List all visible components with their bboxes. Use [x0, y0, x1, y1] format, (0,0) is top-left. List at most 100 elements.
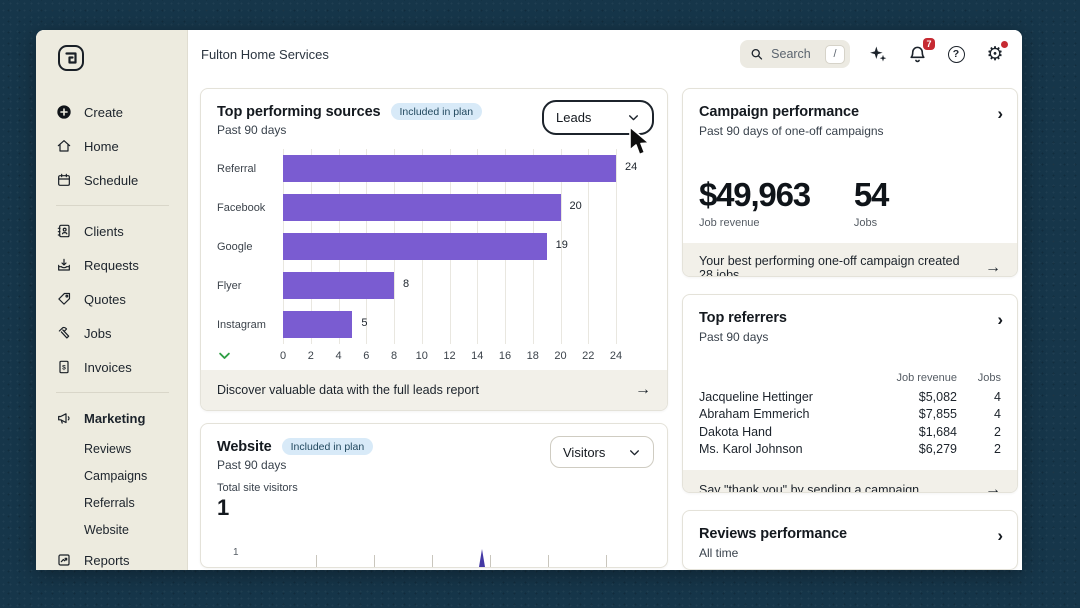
sidebar-item-label: Reports — [84, 553, 130, 568]
visitors-dropdown[interactable]: Visitors — [550, 436, 654, 468]
referrers-card-title: Top referrers — [699, 310, 787, 326]
referrer-name: Jacqueline Hettinger — [699, 390, 873, 404]
included-in-plan-badge: Included in plan — [282, 438, 374, 455]
website-visitors-chart: 1 — [217, 533, 651, 567]
referrer-jobs: 4 — [957, 390, 1001, 404]
sidebar-item-referrals[interactable]: Referrals — [56, 489, 187, 516]
reviews-card-subtitle: All time — [699, 546, 1001, 560]
jobber-logo-icon[interactable] — [56, 43, 86, 73]
col-jobs: Jobs — [957, 372, 1001, 384]
sidebar: Create Home Schedule Clients Requests Quotes J… — [36, 30, 188, 570]
x-tick-label: 2 — [308, 350, 314, 362]
mini-chart-tick — [374, 555, 375, 567]
arrow-right-icon: → — [985, 259, 1001, 277]
included-in-plan-badge: Included in plan — [391, 103, 483, 120]
chart-axis: 024681012141618202224 — [217, 344, 651, 370]
referrer-revenue: $6,279 — [873, 442, 957, 456]
referrer-jobs: 2 — [957, 425, 1001, 439]
leads-report-cta[interactable]: Discover valuable data with the full lea… — [201, 370, 667, 410]
help-icon[interactable]: ? — [945, 43, 967, 65]
website-card-title: Website — [217, 439, 272, 455]
bar-row-instagram: Instagram 5 — [217, 305, 651, 344]
sidebar-item-reviews[interactable]: Reviews — [56, 435, 187, 462]
calendar-icon — [56, 172, 72, 188]
reviews-card-title: Reviews performance — [699, 526, 847, 542]
mini-chart-tick — [432, 555, 433, 567]
chevron-right-icon[interactable]: › — [997, 311, 1003, 328]
referrer-row: Abraham Emmerich$7,8554 — [699, 405, 1001, 423]
sidebar-item-label: Quotes — [84, 292, 126, 307]
website-chart-ytick: 1 — [233, 547, 239, 558]
sidebar-item-campaigns[interactable]: Campaigns — [56, 462, 187, 489]
referrer-name: Abraham Emmerich — [699, 407, 873, 421]
top-referrers-card: Top referrers Past 90 days › Job revenue… — [682, 294, 1018, 493]
sidebar-divider — [56, 392, 169, 393]
quotes-icon — [56, 291, 72, 307]
x-tick-label: 22 — [582, 350, 594, 362]
main-area: Fulton Home Services / — [188, 30, 1022, 570]
x-tick-label: 6 — [363, 350, 369, 362]
bar-category-label: Referral — [217, 163, 283, 175]
arrow-right-icon: → — [635, 381, 651, 399]
chevron-down-icon — [628, 446, 641, 459]
sidebar-item-home[interactable]: Home — [56, 129, 187, 163]
referrer-revenue: $5,082 — [873, 390, 957, 404]
desktop-background: Create Home Schedule Clients Requests Quotes J… — [0, 0, 1080, 608]
sidebar-item-marketing[interactable]: Marketing — [56, 401, 187, 435]
x-tick-label: 0 — [280, 350, 286, 362]
expand-chart-chevron-icon[interactable] — [217, 348, 232, 368]
app-window: Create Home Schedule Clients Requests Quotes J… — [36, 30, 1022, 570]
bar-row-referral: Referral24 — [217, 149, 651, 188]
search-input[interactable]: / — [740, 40, 850, 68]
chevron-right-icon[interactable]: › — [997, 527, 1003, 544]
sidebar-item-label: Schedule — [84, 173, 138, 188]
plus-circle-icon — [56, 104, 72, 120]
job-revenue-stat: $49,963 Job revenue — [699, 176, 810, 229]
clients-icon — [56, 223, 72, 239]
sidebar-item-invoices[interactable]: $Invoices — [56, 350, 187, 384]
search-shortcut-key: / — [825, 45, 845, 64]
x-tick-label: 4 — [335, 350, 341, 362]
sources-bar-chart: Referral24Facebook20Google19Flyer8Instag… — [201, 141, 667, 370]
thank-you-campaign-cta[interactable]: Say "thank you" by sending a campaign → — [683, 470, 1017, 493]
sidebar-item-jobs[interactable]: Jobs — [56, 316, 187, 350]
sidebar-item-quotes[interactable]: Quotes — [56, 282, 187, 316]
chevron-down-icon — [627, 111, 640, 124]
sidebar-item-reports[interactable]: Reports — [56, 543, 187, 570]
best-campaign-cta[interactable]: Your best performing one-off campaign cr… — [683, 243, 1017, 277]
campaign-card-subtitle: Past 90 days of one-off campaigns — [699, 124, 1001, 138]
bar-category-label: Instagram — [217, 319, 283, 331]
sidebar-item-website[interactable]: Website — [56, 516, 187, 543]
sidebar-item-label: Requests — [84, 258, 139, 273]
sidebar-item-create[interactable]: Create — [56, 95, 187, 129]
notifications-bell-icon[interactable]: 7 — [906, 43, 928, 65]
sidebar-item-label: Website — [84, 523, 129, 537]
ai-sparkles-icon[interactable] — [867, 43, 889, 65]
referrer-name: Ms. Karol Johnson — [699, 442, 873, 456]
jobs-icon — [56, 325, 72, 341]
col-job-revenue: Job revenue — [873, 372, 957, 384]
sidebar-item-requests[interactable]: Requests — [56, 248, 187, 282]
chevron-right-icon[interactable]: › — [997, 105, 1003, 122]
sidebar-item-schedule[interactable]: Schedule — [56, 163, 187, 197]
bar-value-label: 5 — [361, 317, 367, 329]
leads-dropdown[interactable]: Leads — [542, 100, 654, 135]
sidebar-item-clients[interactable]: Clients — [56, 214, 187, 248]
x-tick-label: 24 — [610, 350, 622, 362]
visitor-spike — [479, 549, 485, 567]
mini-chart-tick — [316, 555, 317, 567]
x-tick-label: 12 — [443, 350, 455, 362]
x-tick-label: 8 — [391, 350, 397, 362]
dashboard-content: Top performing sources Included in plan … — [188, 78, 1022, 570]
search-field[interactable] — [771, 47, 817, 61]
mini-chart-tick — [490, 555, 491, 567]
website-card: Website Included in plan Past 90 days Vi… — [200, 423, 668, 568]
bar-google — [283, 233, 547, 260]
chart-rows: Referral24Facebook20Google19Flyer8Instag… — [217, 149, 651, 344]
bar-row-facebook: Facebook20 — [217, 188, 651, 227]
settings-gear-icon[interactable]: ⚙ — [984, 43, 1006, 65]
sidebar-item-label: Clients — [84, 224, 124, 239]
bar-facebook — [283, 194, 561, 221]
referrer-row: Jacqueline Hettinger$5,0824 — [699, 388, 1001, 406]
sidebar-item-label: Home — [84, 139, 119, 154]
